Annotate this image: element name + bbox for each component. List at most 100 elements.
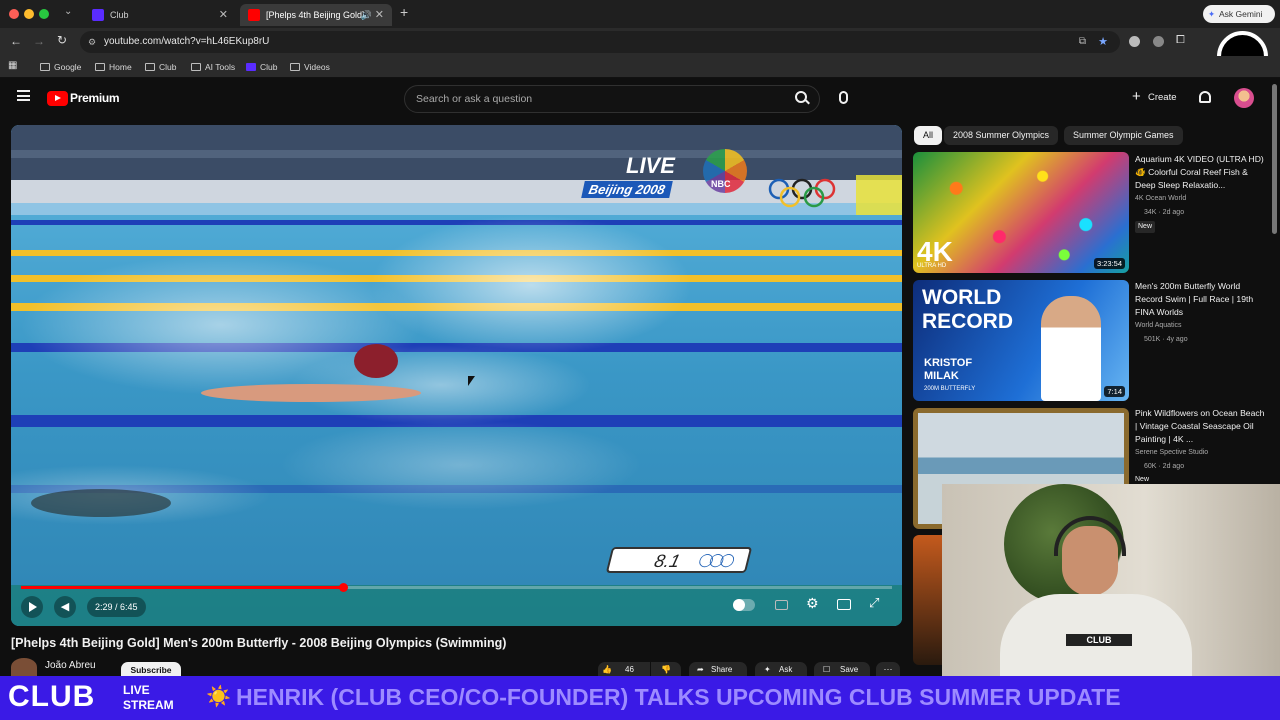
save-button[interactable]: ☐ Save bbox=[814, 662, 870, 676]
like-count: 46 bbox=[625, 665, 634, 674]
bookmark-label: Videos bbox=[304, 62, 330, 72]
mouse-cursor-icon bbox=[468, 376, 475, 386]
close-tab-icon[interactable]: ✕ bbox=[375, 4, 384, 26]
recommendation-channel[interactable]: 4K Ocean World bbox=[1135, 194, 1186, 204]
volume-button[interactable]: ◀ bbox=[54, 596, 76, 618]
bookmark-star-icon[interactable]: ★ bbox=[1098, 31, 1108, 53]
plus-icon: + bbox=[1132, 88, 1141, 105]
bookmark-club[interactable]: Club bbox=[145, 60, 176, 74]
browser-tab-youtube[interactable]: [Phelps 4th Beijing Gold] 🔊 ✕ bbox=[240, 4, 392, 26]
bookmark-ai-tools[interactable]: AI Tools bbox=[191, 60, 235, 74]
bookmark-videos[interactable]: Videos bbox=[290, 60, 330, 74]
time-text: 2:29 / 6:45 bbox=[95, 602, 138, 612]
duration-badge: 3:23:54 bbox=[1093, 258, 1125, 269]
more-actions-icon[interactable]: ··· bbox=[876, 662, 900, 676]
browser-tab-club[interactable]: Club ✕ bbox=[84, 4, 236, 26]
bookmark-home[interactable]: Home bbox=[95, 60, 132, 74]
search-input[interactable]: Search or ask a question bbox=[404, 85, 820, 113]
minimize-window-button[interactable] bbox=[24, 9, 34, 19]
recommendation-title[interactable]: Men's 200m Butterfly World Record Swim |… bbox=[1135, 280, 1265, 320]
bookmark-google[interactable]: Google bbox=[40, 60, 81, 74]
channel-name[interactable]: João Abreu bbox=[45, 660, 96, 671]
bookmark-label: AI Tools bbox=[205, 62, 236, 72]
channel-avatar[interactable] bbox=[11, 658, 37, 676]
youtube-logo[interactable] bbox=[47, 91, 68, 106]
search-placeholder: Search or ask a question bbox=[416, 93, 533, 105]
dislike-button[interactable]: 👎 bbox=[651, 662, 681, 676]
bookmarks-bar: ▦ Google Home Club AI Tools Club Videos bbox=[0, 56, 1280, 78]
extensions-puzzle-icon[interactable]: ⧠ bbox=[1176, 34, 1185, 47]
microphone-icon[interactable] bbox=[839, 91, 848, 104]
bookmark-label: Google bbox=[54, 62, 82, 72]
scoreboard-overlay: 8.1 ◯◯◯ bbox=[605, 547, 753, 573]
progress-bar[interactable] bbox=[21, 583, 892, 592]
extension-icon[interactable] bbox=[1129, 36, 1140, 47]
menu-hamburger-icon[interactable] bbox=[17, 90, 30, 101]
folder-icon bbox=[95, 63, 105, 71]
recommendation-channel[interactable]: World Aquatics bbox=[1135, 321, 1182, 331]
extension-icon[interactable] bbox=[1153, 36, 1164, 47]
chip-label: 2008 Summer Olympics bbox=[953, 130, 1050, 140]
notifications-bell-icon[interactable] bbox=[1199, 91, 1211, 103]
tab-search-chevron-icon[interactable]: ⌄ bbox=[64, 6, 72, 17]
fullscreen-icon[interactable]: ⤢ bbox=[869, 595, 879, 611]
autoplay-toggle[interactable] bbox=[733, 599, 755, 611]
ask-button[interactable]: ✦ Ask bbox=[755, 662, 807, 676]
recommendation-title[interactable]: Pink Wildflowers on Ocean Beach | Vintag… bbox=[1135, 407, 1265, 447]
new-tab-button[interactable]: + bbox=[400, 4, 408, 20]
install-app-icon[interactable]: ⧉ bbox=[1079, 31, 1086, 53]
site-info-icon[interactable]: ⚙ bbox=[88, 31, 96, 53]
beijing-2008-overlay: Beijing 2008 bbox=[581, 181, 673, 198]
close-tab-icon[interactable]: ✕ bbox=[219, 4, 228, 26]
youtube-premium-label: Premium bbox=[70, 91, 120, 105]
forward-arrow-icon[interactable]: → bbox=[33, 34, 45, 48]
account-avatar[interactable] bbox=[1234, 88, 1254, 108]
close-window-button[interactable] bbox=[9, 9, 19, 19]
miniplayer-icon[interactable] bbox=[837, 599, 851, 610]
olympic-rings-icon: ◯◯◯ bbox=[697, 552, 733, 567]
scoreboard-value: 8.1 bbox=[652, 551, 683, 571]
share-button[interactable]: ➦ Share bbox=[689, 662, 747, 676]
browser-tab-label: Club bbox=[110, 10, 129, 20]
folder-icon bbox=[40, 63, 50, 71]
chip-summer-olympic-games[interactable]: Summer Olympic Games bbox=[1064, 126, 1183, 145]
club-favicon-icon bbox=[92, 9, 104, 21]
youtube-favicon-icon bbox=[248, 9, 260, 21]
audio-playing-icon[interactable]: 🔊 bbox=[361, 4, 372, 26]
create-button[interactable]: + Create bbox=[1124, 87, 1188, 109]
recommendation-title[interactable]: Aquarium 4K VIDEO (ULTRA HD) 🐠 Colorful … bbox=[1135, 153, 1265, 193]
recommendation-thumbnail[interactable]: 4K ULTRA HD 3:23:54 bbox=[913, 152, 1129, 273]
chip-all[interactable]: All bbox=[914, 126, 943, 145]
settings-gear-icon[interactable]: ⚙ bbox=[806, 595, 819, 612]
subscribe-button[interactable]: Subscribe bbox=[121, 662, 181, 676]
reload-icon[interactable]: ↻ bbox=[57, 33, 67, 47]
folder-icon bbox=[191, 63, 201, 71]
play-button[interactable] bbox=[21, 596, 43, 618]
maximize-window-button[interactable] bbox=[39, 9, 49, 19]
ask-gemini-button[interactable]: ✦ Ask Gemini bbox=[1203, 5, 1275, 23]
webcam-overlay: CLUB bbox=[942, 484, 1280, 676]
live-overlay: LIVE bbox=[626, 153, 675, 178]
captions-icon[interactable] bbox=[775, 600, 788, 610]
chip-2008-summer-olympics[interactable]: 2008 Summer Olympics bbox=[944, 126, 1059, 145]
apps-grid-icon[interactable]: ▦ bbox=[8, 60, 17, 71]
recommendation-stats: 501K · 4y ago bbox=[1144, 336, 1188, 343]
bookmark-club-2[interactable]: Club bbox=[246, 60, 277, 74]
scrollbar[interactable] bbox=[1272, 84, 1277, 234]
recommendation-channel[interactable]: Serene Spective Studio bbox=[1135, 448, 1208, 458]
browser-tab-bar: ⌄ Club ✕ [Phelps 4th Beijing Gold] 🔊 ✕ +… bbox=[0, 0, 1280, 28]
shirt-logo-text: CLUB bbox=[1066, 634, 1132, 646]
back-arrow-icon[interactable]: ← bbox=[10, 34, 22, 48]
thumb-kristof-label: KRISTOF bbox=[924, 357, 973, 369]
progress-played bbox=[21, 586, 344, 589]
bookmark-label: Club bbox=[159, 62, 177, 72]
url-text: youtube.com/watch?v=hL46EKup8rU bbox=[104, 36, 270, 47]
ask-gemini-label: Ask Gemini bbox=[1219, 9, 1263, 19]
new-badge: New bbox=[1135, 221, 1156, 233]
bookmark-label: Club bbox=[260, 62, 278, 72]
like-button[interactable]: 👍 46 bbox=[598, 662, 650, 676]
recommendation-thumbnail[interactable]: WORLD RECORD KRISTOF MILAK 200M BUTTERFL… bbox=[913, 280, 1129, 401]
url-field[interactable]: ⚙ youtube.com/watch?v=hL46EKup8rU ⧉ ★ bbox=[80, 31, 1120, 53]
video-player[interactable]: LIVE NBC Beijing 2008 8.1 ◯◯◯ ◀ 2:29 / 6… bbox=[11, 125, 902, 626]
thumb-milak-label: MILAK bbox=[924, 370, 959, 382]
